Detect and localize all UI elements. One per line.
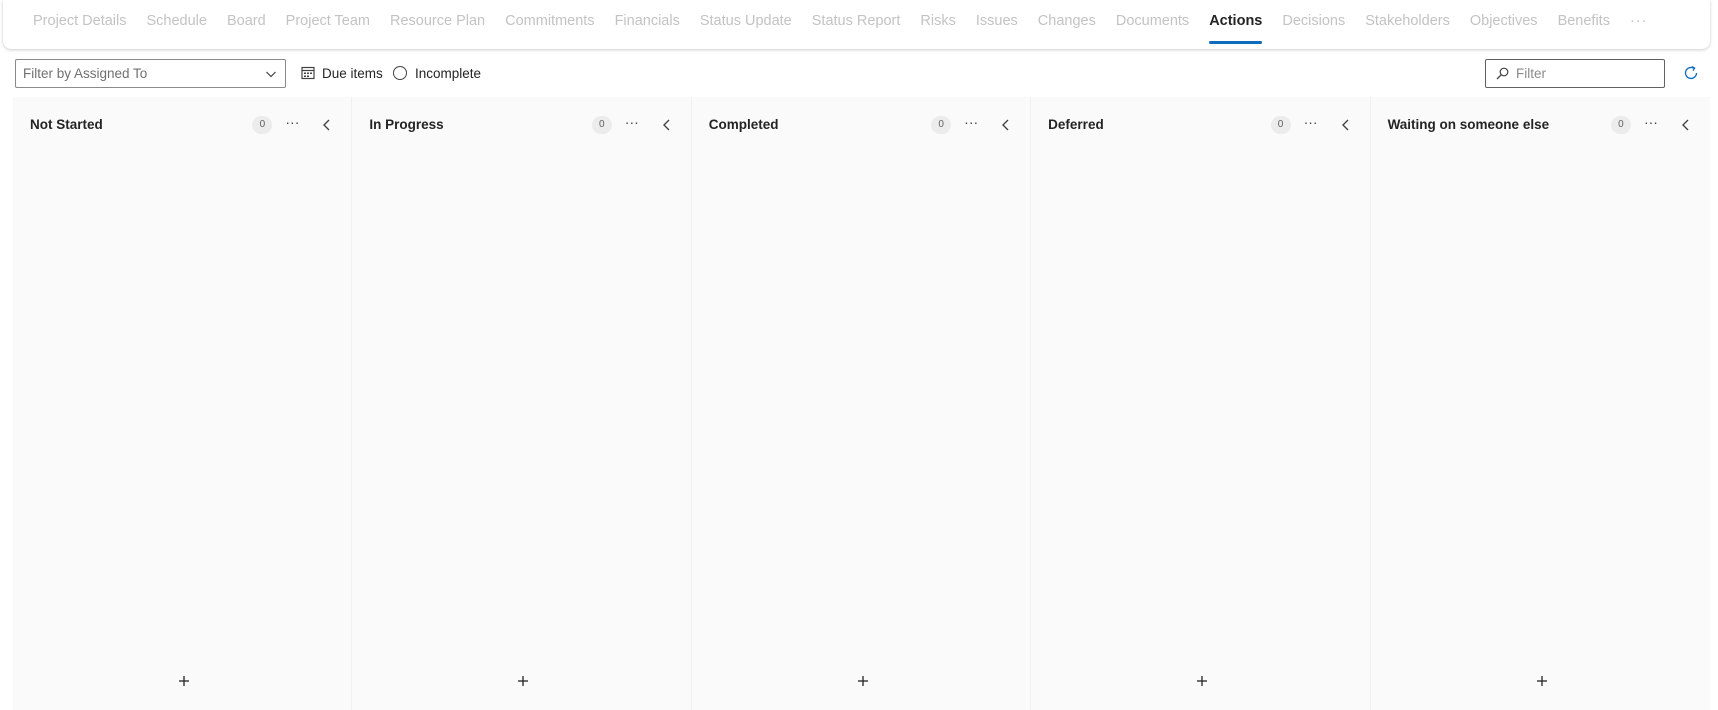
column-title: Deferred — [1048, 117, 1104, 132]
incomplete-label: Incomplete — [415, 65, 482, 81]
assigned-to-placeholder: Filter by Assigned To — [23, 66, 148, 81]
plus-icon[interactable] — [514, 672, 532, 690]
column-count-badge: 0 — [591, 116, 612, 134]
chevron-down-icon — [266, 71, 276, 78]
tab-project-details[interactable]: Project Details — [23, 0, 136, 44]
due-items-label: Due items — [322, 65, 383, 81]
more-horizontal-icon[interactable]: ··· — [283, 115, 301, 134]
more-tabs-button[interactable]: ··· — [1620, 0, 1658, 44]
tab-stakeholders[interactable]: Stakeholders — [1355, 0, 1460, 44]
filter-placeholder: Filter — [1516, 66, 1546, 81]
tab-objectives[interactable]: Objectives — [1460, 0, 1548, 44]
chevron-left-icon[interactable] — [1338, 117, 1354, 133]
tab-project-team[interactable]: Project Team — [276, 0, 380, 44]
more-horizontal-icon[interactable]: ··· — [962, 115, 980, 134]
more-horizontal-icon[interactable]: ··· — [1302, 115, 1320, 134]
more-horizontal-icon[interactable]: ··· — [623, 115, 641, 134]
tab-status-report[interactable]: Status Report — [802, 0, 911, 44]
toolbar: Filter by Assigned To Due items Incomple… — [0, 56, 1718, 92]
column-title: Completed — [708, 117, 779, 132]
chevron-left-icon[interactable] — [319, 117, 335, 133]
column-count-badge: 0 — [931, 116, 952, 134]
tab-actions[interactable]: Actions — [1199, 0, 1272, 44]
tab-schedule[interactable]: Schedule — [136, 0, 216, 44]
tab-board[interactable]: Board — [217, 0, 276, 44]
calendar-icon — [301, 66, 315, 80]
board-column-completed: Completed 0 ··· — [691, 97, 1032, 710]
tab-bar: Project Details Schedule Board Project Team… — [3, 0, 1710, 49]
kanban-board: Not Started 0 ··· In Progress 0 ··· Completed 0… — [13, 97, 1710, 710]
column-title: Waiting on someone else — [1387, 117, 1550, 132]
plus-icon[interactable] — [1533, 672, 1551, 690]
plus-icon[interactable] — [854, 672, 872, 690]
column-count-badge: 0 — [1610, 116, 1631, 134]
due-items-button[interactable]: Due items — [301, 61, 383, 85]
plus-icon[interactable] — [1193, 672, 1211, 690]
tab-decisions[interactable]: Decisions — [1272, 0, 1355, 44]
filter-input[interactable]: Filter — [1485, 59, 1665, 88]
board-column-in-progress: In Progress 0 ··· — [352, 97, 692, 710]
tab-benefits[interactable]: Benefits — [1548, 0, 1620, 44]
column-title: In Progress — [369, 117, 444, 132]
incomplete-toggle[interactable]: Incomplete — [393, 61, 481, 85]
plus-icon[interactable] — [175, 672, 193, 690]
board-column-not-started: Not Started 0 ··· — [13, 97, 353, 710]
chevron-left-icon[interactable] — [998, 117, 1014, 133]
column-title: Not Started — [30, 117, 103, 132]
tab-financials[interactable]: Financials — [605, 0, 690, 44]
tab-issues[interactable]: Issues — [966, 0, 1028, 44]
chevron-left-icon[interactable] — [659, 117, 675, 133]
radio-circle-icon — [393, 66, 407, 80]
tab-risks[interactable]: Risks — [910, 0, 965, 44]
chevron-left-icon[interactable] — [1678, 117, 1694, 133]
refresh-icon[interactable] — [1682, 64, 1700, 82]
tab-changes[interactable]: Changes — [1028, 0, 1106, 44]
tab-resource-plan[interactable]: Resource Plan — [380, 0, 495, 44]
column-count-badge: 0 — [1270, 116, 1291, 134]
search-icon — [1496, 67, 1509, 80]
more-horizontal-icon[interactable]: ··· — [1642, 115, 1660, 134]
assigned-to-filter-dropdown[interactable]: Filter by Assigned To — [15, 59, 286, 88]
board-column-deferred: Deferred 0 ··· — [1031, 97, 1371, 710]
tab-status-update[interactable]: Status Update — [690, 0, 802, 44]
tab-documents[interactable]: Documents — [1106, 0, 1199, 44]
column-count-badge: 0 — [252, 116, 273, 134]
tab-commitments[interactable]: Commitments — [495, 0, 604, 44]
board-column-waiting-on-someone-else: Waiting on someone else 0 ··· — [1370, 97, 1710, 710]
